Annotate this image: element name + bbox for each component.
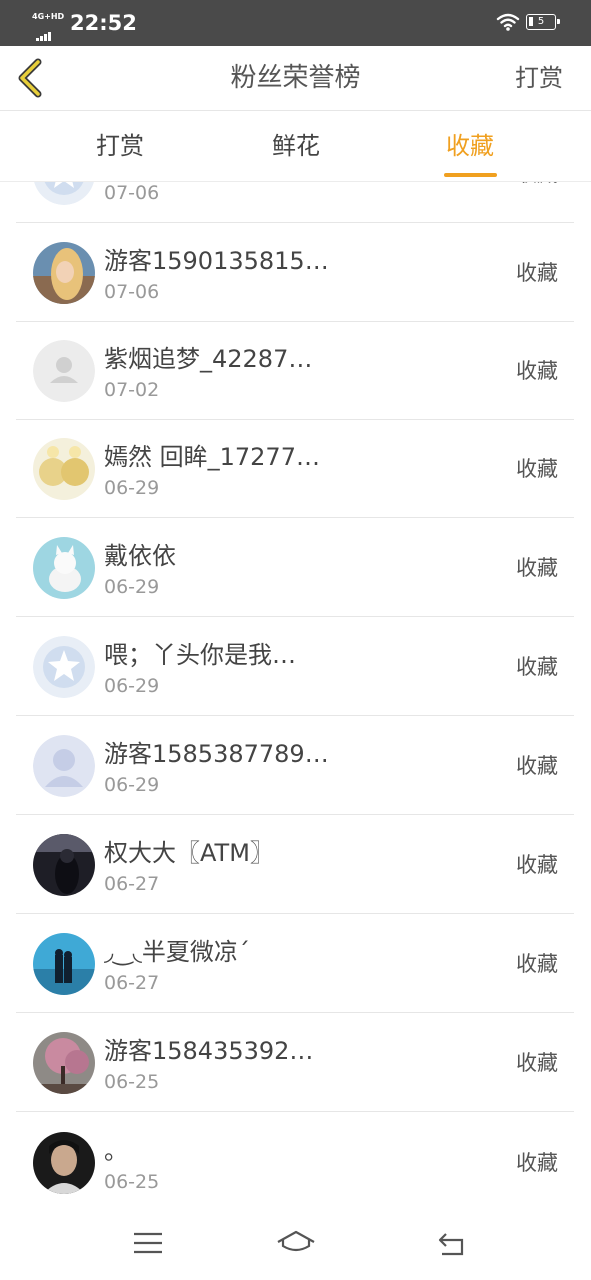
- favorite-label: 收藏: [516, 457, 558, 481]
- favorite-label: 收藏: [516, 359, 558, 383]
- list-item[interactable]: ◞‿◟半夏微凉ˊ 06-27 收藏: [16, 915, 574, 1013]
- list-item[interactable]: 紫烟追梦_42287… 07-02 收藏: [16, 322, 574, 420]
- avatar: [33, 735, 95, 797]
- user-name: 。: [104, 1137, 128, 1165]
- user-name: 权大大〖ATM〗: [104, 839, 274, 867]
- user-name: ◞‿◟半夏微凉ˊ: [104, 938, 250, 966]
- page-title: 粉丝荣誉榜: [230, 63, 361, 93]
- favorite-label: 收藏: [516, 261, 558, 285]
- user-name: 游客1590135815…: [104, 247, 329, 275]
- battery-level: 5: [537, 16, 545, 27]
- date: 07-06: [104, 281, 160, 303]
- favorite-label: 收藏: [516, 182, 558, 189]
- user-name: 紫烟追梦_42287…: [104, 345, 313, 373]
- favorite-label: 收藏: [516, 952, 558, 976]
- favorite-label: 收藏: [516, 1151, 558, 1175]
- favorite-label: 收藏: [516, 655, 558, 679]
- list-item[interactable]: 游客1585387789… 06-29 收藏: [16, 717, 574, 815]
- user-name: 游客158435392…: [104, 1037, 314, 1065]
- date: 07-06: [104, 182, 160, 204]
- avatar: [33, 242, 95, 304]
- list-item[interactable]: 权大大〖ATM〗 06-27 收藏: [16, 816, 574, 914]
- date: 06-29: [104, 675, 160, 697]
- avatar: [33, 537, 95, 599]
- avatar: [33, 933, 95, 995]
- date: 06-25: [104, 1071, 160, 1093]
- list-item[interactable]: 游客1590135815… 07-06 收藏: [16, 224, 574, 322]
- favorite-label: 收藏: [516, 556, 558, 580]
- tab-flowers[interactable]: 鲜花: [236, 111, 356, 181]
- back-icon[interactable]: [434, 1228, 470, 1258]
- date: 06-29: [104, 774, 160, 796]
- list-item[interactable]: 嫣然 回眸_17277… 06-29 收藏: [16, 420, 574, 518]
- status-bar: 4G+HD 22:52 5: [0, 0, 591, 46]
- user-name: 游客1585387789…: [104, 740, 329, 768]
- signal-icon: 4G+HD: [32, 12, 65, 41]
- user-name: 嫣然 回眸_17277…: [104, 443, 320, 471]
- date: 06-29: [104, 576, 160, 598]
- user-name: 戴依依: [104, 542, 176, 570]
- list-item[interactable]: 游客158435392… 06-25 收藏: [16, 1014, 574, 1112]
- back-chevron-icon[interactable]: [14, 58, 48, 98]
- tab-bar: 打赏 鲜花 收藏: [0, 111, 591, 182]
- network-type: 4G+HD: [32, 12, 65, 21]
- tab-reward[interactable]: 打赏: [60, 111, 180, 181]
- home-icon[interactable]: [276, 1228, 316, 1258]
- list-item[interactable]: 07-06 收藏: [16, 182, 574, 223]
- active-tab-indicator: [444, 173, 497, 177]
- favorite-label: 收藏: [516, 853, 558, 877]
- date: 06-29: [104, 477, 160, 499]
- fan-list: 07-06 收藏 游客1590135815… 07-06 收藏 紫烟追梦_422…: [0, 182, 591, 1206]
- battery-icon: 5: [526, 14, 560, 30]
- date: 06-27: [104, 873, 160, 895]
- avatar: [33, 834, 95, 896]
- avatar: [33, 1032, 95, 1094]
- avatar: [33, 636, 95, 698]
- system-nav-bar: [0, 1206, 591, 1280]
- menu-icon[interactable]: [130, 1228, 166, 1258]
- avatar: [33, 1132, 95, 1194]
- tab-favorites[interactable]: 收藏: [410, 111, 530, 181]
- status-time: 22:52: [70, 11, 137, 35]
- date: 07-02: [104, 379, 160, 401]
- user-name: 喂；丫头你是我…: [104, 641, 296, 669]
- favorite-label: 收藏: [516, 1051, 558, 1075]
- date: 06-27: [104, 972, 160, 994]
- favorite-label: 收藏: [516, 754, 558, 778]
- date: 06-25: [104, 1171, 160, 1193]
- list-item[interactable]: 戴依依 06-29 收藏: [16, 519, 574, 617]
- reward-button[interactable]: 打赏: [515, 46, 563, 110]
- list-item[interactable]: 。 06-25 收藏: [16, 1114, 574, 1206]
- avatar: [33, 182, 95, 205]
- avatar: [33, 340, 95, 402]
- header-bar: 粉丝荣誉榜 打赏: [0, 46, 591, 111]
- avatar: [33, 438, 95, 500]
- wifi-icon: [496, 13, 520, 31]
- list-item[interactable]: 喂；丫头你是我… 06-29 收藏: [16, 618, 574, 716]
